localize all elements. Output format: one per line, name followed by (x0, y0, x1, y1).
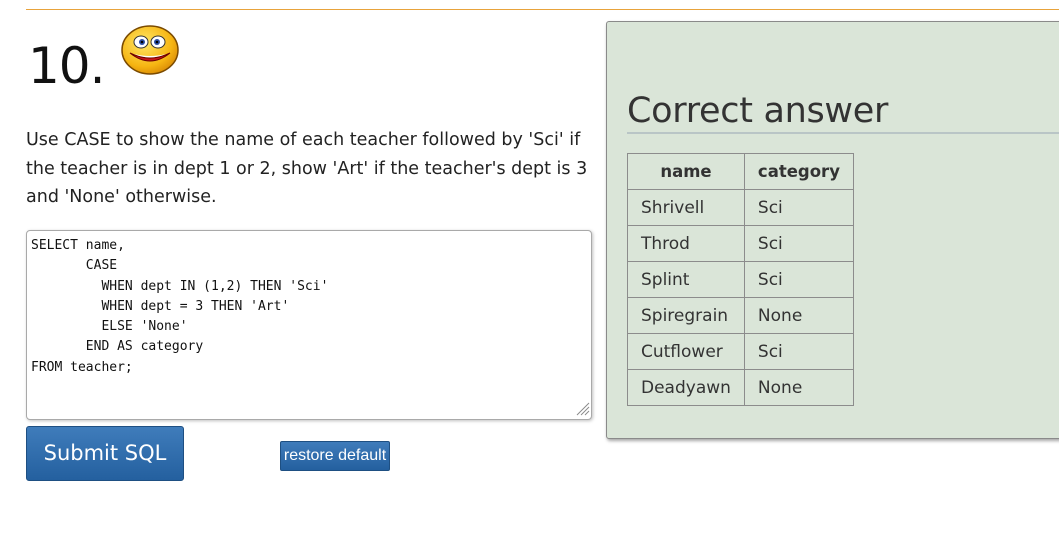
submit-sql-button[interactable]: Submit SQL (26, 426, 184, 481)
cell-category: Sci (743, 225, 854, 262)
table-header-row: name category (627, 153, 854, 190)
question-number: 10. (28, 37, 106, 95)
sql-editor[interactable]: SELECT name, CASE WHEN dept IN (1,2) THE… (26, 230, 592, 420)
restore-default-button[interactable]: restore default (280, 441, 390, 471)
column-header-category: category (743, 153, 854, 190)
cell-name: Shrivell (627, 189, 745, 226)
cell-name: Cutflower (627, 333, 745, 370)
table-row: Spiregrain None (627, 297, 854, 334)
table-row: Deadyawn None (627, 369, 854, 406)
smiley-icon (121, 25, 179, 75)
cell-category: Sci (743, 333, 854, 370)
table-row: Throd Sci (627, 225, 854, 262)
answer-title: Correct answer (627, 91, 889, 131)
cell-name: Spiregrain (627, 297, 745, 334)
resize-grip-icon[interactable] (574, 400, 590, 416)
answer-table: name category Shrivell Sci Throd Sci Spl… (627, 153, 854, 406)
cell-name: Throd (627, 225, 745, 262)
cell-category: Sci (743, 261, 854, 298)
answer-title-divider (627, 132, 1059, 134)
cell-category: None (743, 297, 854, 334)
top-divider (26, 9, 1059, 10)
table-row: Shrivell Sci (627, 189, 854, 226)
cell-name: Splint (627, 261, 745, 298)
column-header-name: name (627, 153, 745, 190)
question-text: Use CASE to show the name of each teache… (26, 130, 588, 207)
cell-category: None (743, 369, 854, 406)
table-row: Splint Sci (627, 261, 854, 298)
cell-category: Sci (743, 189, 854, 226)
correct-answer-panel: Correct answer name category Shrivell Sc… (606, 21, 1059, 439)
table-row: Cutflower Sci (627, 333, 854, 370)
cell-name: Deadyawn (627, 369, 745, 406)
